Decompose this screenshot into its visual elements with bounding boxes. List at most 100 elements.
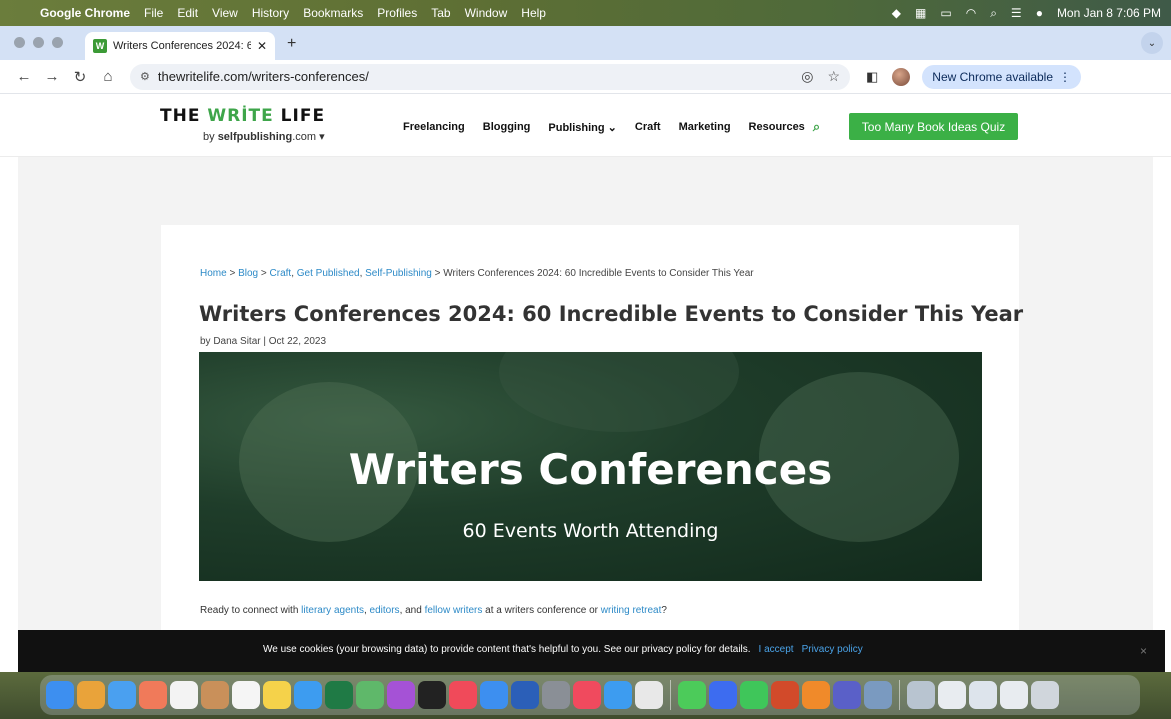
nav-publishing[interactable]: Publishing ⌄	[548, 121, 617, 134]
side-panel-icon[interactable]: ◧	[866, 69, 878, 85]
menu-edit[interactable]: Edit	[177, 6, 198, 20]
control-center-icon[interactable]: ☰	[1011, 6, 1022, 20]
music-icon[interactable]	[573, 681, 601, 709]
finder-icon[interactable]	[46, 681, 74, 709]
tracking-protection-icon[interactable]: ◎	[801, 68, 813, 85]
breadcrumb-self-publishing[interactable]: Self-Publishing	[365, 268, 432, 279]
active-tab[interactable]: W Writers Conferences 2024: 6 ✕	[85, 32, 275, 60]
keynote-icon[interactable]	[480, 681, 508, 709]
messages-icon[interactable]	[678, 681, 706, 709]
apple-tv-icon[interactable]	[418, 681, 446, 709]
menu-view[interactable]: View	[212, 6, 238, 20]
nav-freelancing[interactable]: Freelancing	[403, 121, 465, 133]
address-bar[interactable]: ⚙ thewritelife.com/writers-conferences/ …	[130, 63, 850, 90]
word-icon[interactable]	[511, 681, 539, 709]
nav-resources[interactable]: Resources	[749, 121, 805, 133]
spotlight-icon[interactable]: ⌕	[990, 6, 997, 21]
nordvpn-icon[interactable]	[709, 681, 737, 709]
bookmark-star-icon[interactable]: ☆	[827, 68, 840, 85]
teams-icon[interactable]	[833, 681, 861, 709]
safari-icon[interactable]	[604, 681, 632, 709]
chrome-update-button[interactable]: New Chrome available ⋮	[922, 64, 1082, 89]
intro-text: , and	[399, 605, 425, 616]
menu-profiles[interactable]: Profiles	[377, 6, 417, 20]
preview-icon[interactable]	[864, 681, 892, 709]
powerpoint-icon[interactable]	[771, 681, 799, 709]
close-window-button[interactable]	[14, 37, 25, 48]
minimize-window-button[interactable]	[33, 37, 44, 48]
profile-avatar[interactable]	[892, 67, 911, 86]
reload-icon[interactable]: ↻	[66, 68, 94, 86]
trash-icon[interactable]	[1031, 681, 1059, 709]
launchpad-icon[interactable]	[77, 681, 105, 709]
window-controls	[0, 37, 75, 60]
excel-icon[interactable]	[325, 681, 353, 709]
link-writing-retreat[interactable]: writing retreat	[601, 605, 662, 616]
tab-title: Writers Conferences 2024: 6	[113, 40, 251, 52]
breadcrumb-craft[interactable]: Craft	[270, 268, 292, 279]
menu-window[interactable]: Window	[465, 6, 508, 20]
wifi-icon[interactable]: ◠	[966, 6, 976, 20]
breadcrumb-separator: >	[258, 268, 270, 279]
zoom-window-button[interactable]	[52, 37, 63, 48]
hero-title: Writers Conferences	[348, 445, 833, 494]
search-icon[interactable]: ⌕	[813, 119, 820, 135]
system-settings-icon[interactable]	[542, 681, 570, 709]
chrome-icon[interactable]	[635, 681, 663, 709]
recent-doc-3-icon[interactable]	[969, 681, 997, 709]
vpn-status-icon[interactable]: ◆	[892, 6, 901, 20]
menu-tab[interactable]: Tab	[431, 6, 450, 20]
site-info-icon[interactable]: ⚙	[140, 70, 150, 83]
nav-craft[interactable]: Craft	[635, 121, 661, 133]
photos-icon[interactable]	[139, 681, 167, 709]
app-store-icon[interactable]	[294, 681, 322, 709]
link-fellow-writers[interactable]: fellow writers	[425, 605, 483, 616]
tab-close-icon[interactable]: ✕	[257, 39, 267, 53]
site-logo[interactable]: THE WRİTE LIFE by selfpublishing.com ▾	[160, 106, 340, 143]
whatsapp-icon[interactable]	[740, 681, 768, 709]
cookie-text: We use cookies (your browsing data) to p…	[263, 644, 751, 655]
battery-icon[interactable]: ▭	[940, 6, 951, 20]
link-literary-agents[interactable]: literary agents	[301, 605, 364, 616]
contacts-icon[interactable]	[201, 681, 229, 709]
menu-app-name[interactable]: Google Chrome	[40, 6, 130, 20]
maps-icon[interactable]	[356, 681, 384, 709]
menu-help[interactable]: Help	[521, 6, 546, 20]
recent-doc-1-icon[interactable]	[907, 681, 935, 709]
quiz-cta-button[interactable]: Too Many Book Ideas Quiz	[849, 113, 1018, 140]
article-card: Home > Blog > Craft, Get Published, Self…	[161, 225, 1023, 630]
menu-history[interactable]: History	[252, 6, 289, 20]
menu-bookmarks[interactable]: Bookmarks	[303, 6, 363, 20]
mail-icon[interactable]	[108, 681, 136, 709]
breadcrumb-home[interactable]: Home	[200, 268, 227, 279]
logo-byline[interactable]: by selfpublishing.com ▾	[203, 130, 340, 143]
new-tab-button[interactable]: +	[287, 35, 296, 53]
cookie-close-icon[interactable]: ×	[1140, 644, 1147, 658]
back-arrow-icon[interactable]: ←	[10, 68, 38, 85]
siri-icon[interactable]: ●	[1036, 6, 1043, 20]
menu-file[interactable]: File	[144, 6, 163, 20]
calendar-icon[interactable]	[170, 681, 198, 709]
privacy-policy-link[interactable]: Privacy policy	[802, 644, 863, 655]
books-icon[interactable]	[802, 681, 830, 709]
keyboard-icon[interactable]: ▦	[915, 6, 926, 20]
forward-arrow-icon[interactable]: →	[38, 68, 66, 85]
news-icon[interactable]	[449, 681, 477, 709]
clock[interactable]: Mon Jan 8 7:06 PM	[1057, 6, 1161, 20]
recent-doc-2-icon[interactable]	[938, 681, 966, 709]
breadcrumb-blog[interactable]: Blog	[238, 268, 258, 279]
link-editors[interactable]: editors	[370, 605, 400, 616]
intro-text: at a writers conference or	[482, 605, 601, 616]
breadcrumb-get-published[interactable]: Get Published	[297, 268, 360, 279]
notes-icon[interactable]	[263, 681, 291, 709]
url-text[interactable]: thewritelife.com/writers-conferences/	[158, 69, 369, 84]
cookie-accept-button[interactable]: I accept	[759, 644, 794, 655]
recent-doc-4-icon[interactable]	[1000, 681, 1028, 709]
reminders-icon[interactable]	[232, 681, 260, 709]
nav-blogging[interactable]: Blogging	[483, 121, 531, 133]
tab-search-chevron-icon[interactable]: ⌄	[1141, 32, 1163, 54]
logo-word-life: LIFE	[273, 106, 326, 126]
home-icon[interactable]: ⌂	[94, 68, 122, 85]
podcasts-icon[interactable]	[387, 681, 415, 709]
nav-marketing[interactable]: Marketing	[679, 121, 731, 133]
